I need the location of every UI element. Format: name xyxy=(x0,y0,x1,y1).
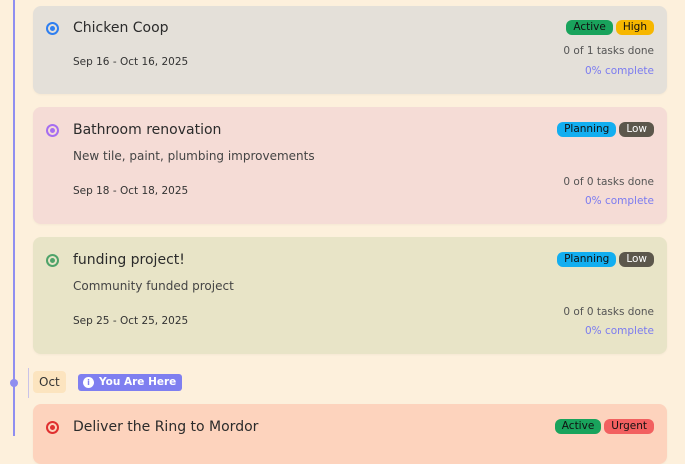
task-count: 0 of 0 tasks done xyxy=(563,306,654,318)
status-ring-icon xyxy=(46,124,59,137)
status-badge: Planning xyxy=(557,252,617,267)
project-description: Community funded project xyxy=(73,279,234,293)
project-badges: Active High xyxy=(566,20,654,35)
status-ring-icon xyxy=(46,421,59,434)
you-are-here-badge: i You Are Here xyxy=(78,374,183,391)
priority-badge: Low xyxy=(619,122,654,137)
project-dates: Sep 18 - Oct 18, 2025 xyxy=(73,185,189,197)
project-card-bathroom-renovation[interactable]: Bathroom renovation New tile, paint, plu… xyxy=(33,107,667,224)
project-title[interactable]: Deliver the Ring to Mordor xyxy=(73,419,258,435)
task-count: 0 of 1 tasks done xyxy=(563,45,654,57)
month-label: Oct xyxy=(33,371,66,393)
timeline-rail xyxy=(13,0,15,436)
project-title[interactable]: funding project! xyxy=(73,252,185,268)
percent-complete: 0% complete xyxy=(584,65,654,77)
percent-complete: 0% complete xyxy=(584,195,654,207)
project-badges: Planning Low xyxy=(557,252,654,267)
task-count: 0 of 0 tasks done xyxy=(563,176,654,188)
status-ring-icon xyxy=(46,22,59,35)
month-divider-line xyxy=(28,368,29,398)
project-dates: Sep 16 - Oct 16, 2025 xyxy=(73,56,189,68)
priority-badge: Low xyxy=(619,252,654,267)
you-are-here-label: You Are Here xyxy=(99,376,177,388)
project-badges: Active Urgent xyxy=(554,419,654,434)
status-badge: Active xyxy=(566,20,613,35)
project-title[interactable]: Bathroom renovation xyxy=(73,122,221,138)
project-title[interactable]: Chicken Coop xyxy=(73,20,169,36)
timeline-current-marker xyxy=(10,379,18,387)
status-ring-icon xyxy=(46,254,59,267)
project-card-deliver-the-ring[interactable]: Deliver the Ring to Mordor Active Urgent xyxy=(33,404,667,464)
project-dates: Sep 25 - Oct 25, 2025 xyxy=(73,315,189,327)
info-icon: i xyxy=(83,377,94,388)
project-badges: Planning Low xyxy=(557,122,654,137)
priority-badge: Urgent xyxy=(604,419,654,434)
status-badge: Planning xyxy=(557,122,617,137)
status-badge: Active xyxy=(554,419,602,434)
percent-complete: 0% complete xyxy=(584,325,654,337)
priority-badge: High xyxy=(615,20,654,35)
project-description: New tile, paint, plumbing improvements xyxy=(73,149,315,163)
project-card-chicken-coop[interactable]: Chicken Coop Sep 16 - Oct 16, 2025 Activ… xyxy=(33,6,667,94)
project-card-funding-project[interactable]: funding project! Community funded projec… xyxy=(33,237,667,354)
